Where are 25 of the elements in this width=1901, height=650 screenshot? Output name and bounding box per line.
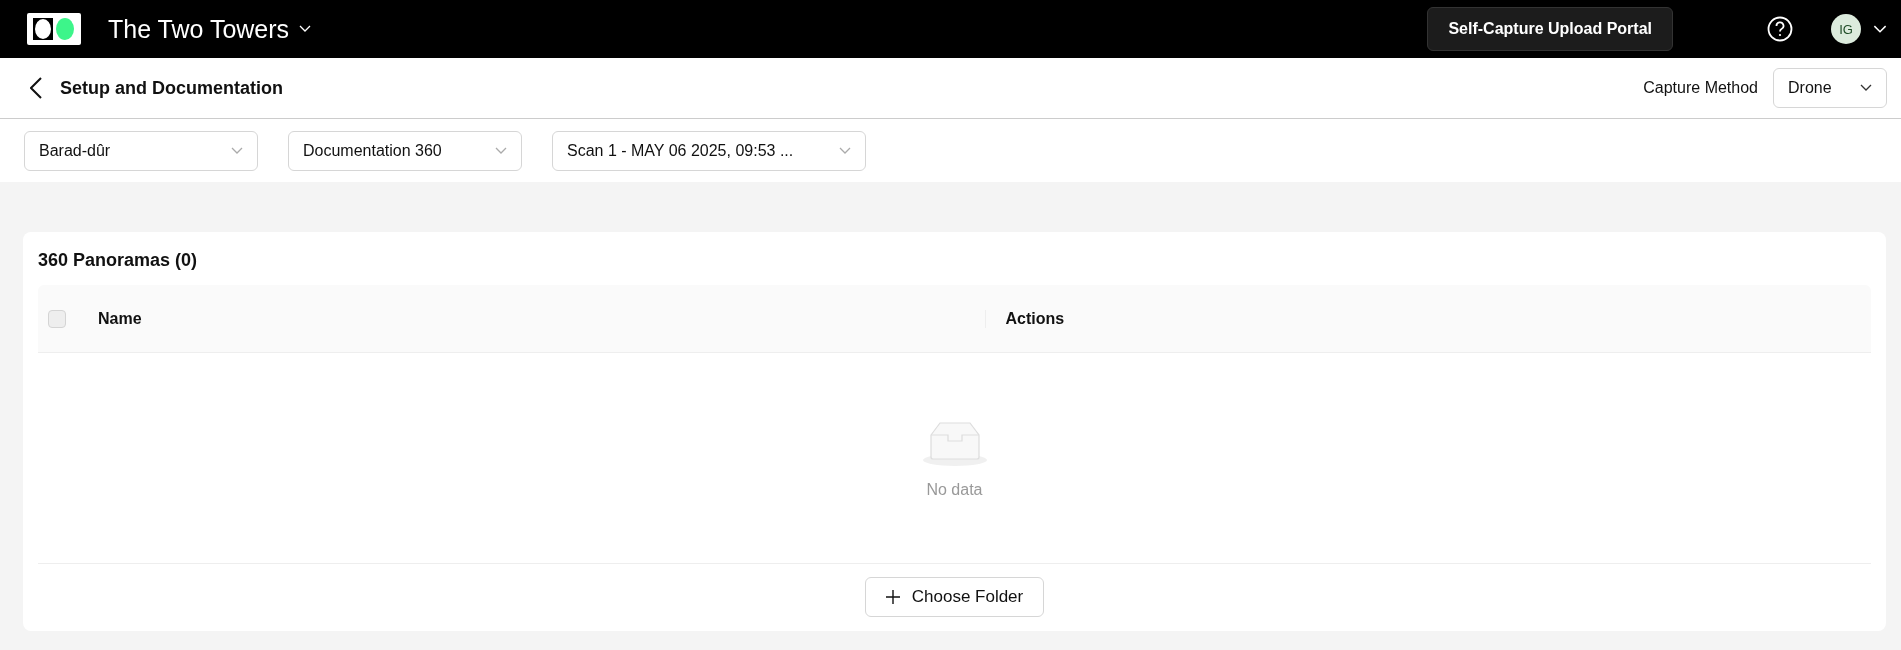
filter-dropdown[interactable]: Scan 1 - MAY 06 2025, 09:53 ... <box>552 130 866 171</box>
plus-icon <box>885 590 900 604</box>
chevron-down-icon <box>299 25 312 33</box>
column-header: Name <box>98 309 143 328</box>
panel-title: 360 Panoramas (0) <box>38 250 199 271</box>
chevron-down-icon <box>231 146 243 155</box>
portal-button[interactable]: Self-Capture Upload Portal <box>1427 7 1673 51</box>
column-header: Actions <box>984 309 1871 328</box>
filter-dropdown[interactable]: Documentation 360 <box>288 130 522 171</box>
filter-dropdown[interactable]: Barad-dûr <box>24 130 258 171</box>
capture-method-dropdown[interactable]: Drone <box>1773 68 1887 108</box>
chevron-down-icon[interactable] <box>1873 24 1887 34</box>
empty-message: No data <box>926 481 983 499</box>
back-icon[interactable] <box>30 77 42 99</box>
user-avatar[interactable]: IG <box>1831 14 1861 44</box>
project-dropdown[interactable]: The Two Towers <box>108 14 312 44</box>
capture-method-label: Capture Method <box>1643 79 1758 97</box>
help-icon[interactable] <box>1767 16 1793 42</box>
page-title: Setup and Documentation <box>60 77 283 99</box>
logo-icon <box>27 13 81 45</box>
chevron-down-icon <box>839 146 851 155</box>
choose-folder-button[interactable]: Choose Folder <box>864 577 1045 617</box>
chevron-down-icon <box>1860 84 1872 92</box>
select-all-checkbox[interactable] <box>48 309 66 328</box>
chevron-down-icon <box>495 146 507 155</box>
